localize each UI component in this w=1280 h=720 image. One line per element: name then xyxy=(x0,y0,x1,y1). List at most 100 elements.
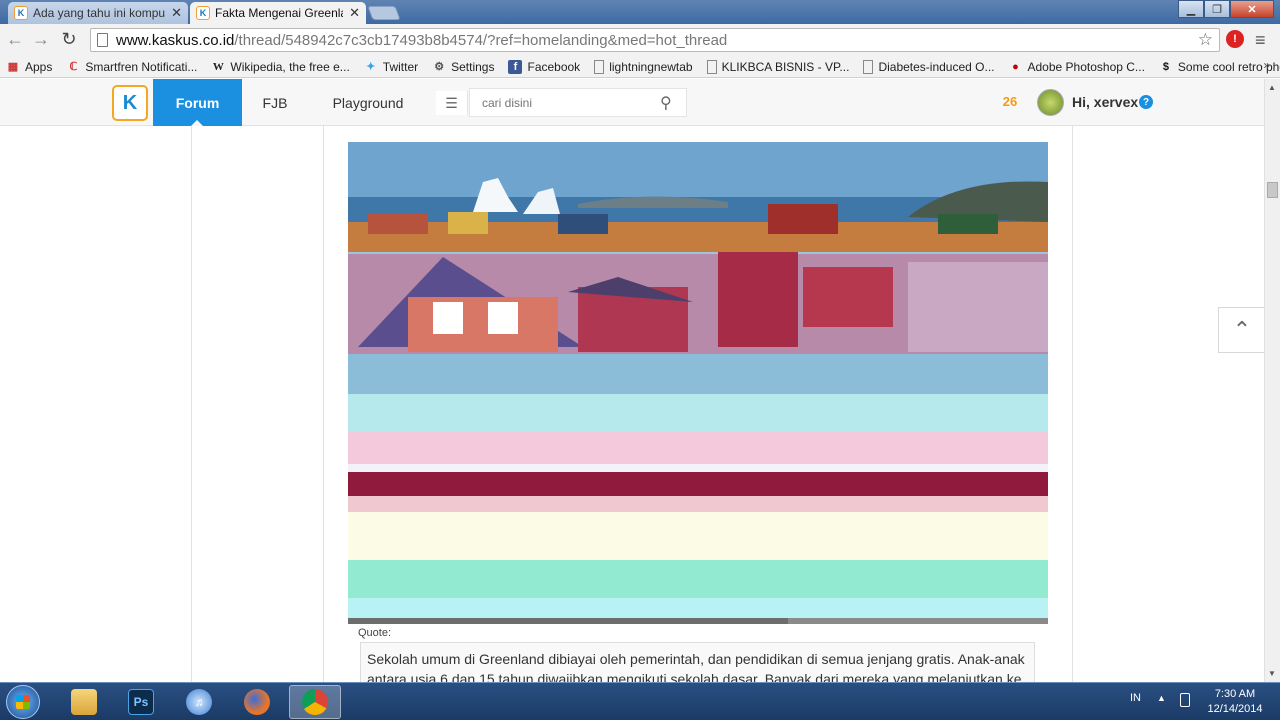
taskbar-chrome[interactable] xyxy=(289,685,341,719)
wikipedia-icon: W xyxy=(212,60,224,73)
bookmark-lightningnewtab[interactable]: lightningnewtab xyxy=(594,59,693,74)
bookmark-label: Facebook xyxy=(527,59,581,74)
browser-toolbar: ← → ↻ www.kaskus.co.id/thread/548942c7c3… xyxy=(0,24,1280,56)
tray-expand-icon[interactable]: ▲ xyxy=(1157,693,1166,703)
bookmark-klikbca[interactable]: KLIKBCA BISNIS - VP... xyxy=(706,59,850,74)
nav-playground[interactable]: Playground xyxy=(322,79,414,126)
scroll-up-icon[interactable]: ▲ xyxy=(1268,83,1276,92)
page-icon xyxy=(594,59,605,74)
taskbar-explorer[interactable] xyxy=(58,685,110,719)
page-icon xyxy=(706,59,717,74)
taskbar-firefox[interactable] xyxy=(231,685,283,719)
firefox-icon xyxy=(244,689,270,715)
kaskus-header: K Forum FJB Playground ☰ ⚲ 26 Hi, xervex… xyxy=(0,79,1264,126)
forward-arrow-icon[interactable]: → xyxy=(30,28,52,50)
bookmark-label: Apps xyxy=(25,59,53,74)
taskbar-itunes[interactable]: ♫ xyxy=(173,685,225,719)
minimize-icon[interactable]: ▁ xyxy=(1178,0,1204,18)
facebook-icon: f xyxy=(508,59,523,74)
bookmark-label: KLIKBCA BISNIS - VP... xyxy=(721,59,850,74)
page-scrollbar[interactable]: ▲ ▼ xyxy=(1264,79,1280,682)
apps-grid-icon: ▦ xyxy=(7,61,19,73)
kaskus-favicon-icon: K xyxy=(196,6,210,20)
adobe-icon: ● xyxy=(1012,60,1019,73)
page-icon xyxy=(863,59,874,74)
windows-taskbar: Ps ♫ xyxy=(0,682,1280,720)
gear-icon: ⚙ xyxy=(434,61,445,73)
language-indicator[interactable]: IN xyxy=(1130,692,1141,704)
avatar[interactable] xyxy=(1037,89,1064,116)
page-icon xyxy=(97,33,108,47)
clock-time: 7:30 AM xyxy=(1214,688,1256,700)
bookmark-facebook[interactable]: f Facebook xyxy=(508,59,581,74)
bookmark-settings[interactable]: ⚙ Settings xyxy=(432,60,494,74)
retro-icon: $ xyxy=(1162,60,1169,73)
search-icon[interactable]: ⚲ xyxy=(660,93,672,113)
bookmark-wikipedia[interactable]: W Wikipedia, the free e... xyxy=(211,59,350,74)
bookmarks-bar: ▦ Apps ℂ Smartfren Notificati... W Wikipedi… xyxy=(0,56,1280,78)
page-viewport: K Forum FJB Playground ☰ ⚲ 26 Hi, xervex… xyxy=(0,79,1264,682)
bookmark-star-icon[interactable]: ☆ xyxy=(1198,30,1213,50)
bookmarks-overflow-button[interactable]: » xyxy=(1263,58,1270,72)
menu-hamburger-icon[interactable]: ≡ xyxy=(1255,30,1266,51)
close-tab-icon[interactable]: ✕ xyxy=(171,5,182,21)
back-arrow-icon[interactable]: ← xyxy=(4,28,26,50)
bookmark-label: Twitter xyxy=(382,59,419,74)
kaskus-logo[interactable]: K xyxy=(112,85,148,121)
scroll-to-top-button[interactable]: ⌃ xyxy=(1218,307,1264,353)
quote-text: Sekolah umum di Greenland dibiayai oleh … xyxy=(360,642,1035,682)
taskbar-photoshop[interactable]: Ps xyxy=(115,685,167,719)
bookmark-label: Wikipedia, the free e... xyxy=(230,59,350,74)
browser-tab-1[interactable]: K Ada yang tahu ini komput ✕ xyxy=(8,2,188,24)
bookmark-label: Settings xyxy=(451,59,495,74)
twitter-icon: ✦ xyxy=(366,61,376,73)
bookmark-label: Adobe Photoshop C... xyxy=(1027,59,1145,74)
start-button[interactable] xyxy=(6,685,40,719)
kaskus-favicon-icon: K xyxy=(14,6,28,20)
user-greeting[interactable]: Hi, xervex xyxy=(1072,94,1138,110)
clock-date: 12/14/2014 xyxy=(1207,703,1263,715)
browser-tab-2[interactable]: K Fakta Mengenai Greenland ✕ xyxy=(190,2,366,24)
bookmark-smartfren[interactable]: ℂ Smartfren Notificati... xyxy=(66,59,198,74)
extension-icon[interactable]: ! xyxy=(1226,30,1244,48)
bookmark-apps[interactable]: ▦ Apps xyxy=(6,59,53,74)
system-clock[interactable]: 7:30 AM 12/14/2014 xyxy=(1200,687,1270,717)
new-tab-button[interactable] xyxy=(367,6,401,20)
window-controls: ▁ ❐ ✕ xyxy=(1178,0,1274,18)
tab-title: Fakta Mengenai Greenland xyxy=(215,6,343,20)
close-window-icon[interactable]: ✕ xyxy=(1230,0,1274,18)
window-titlebar: K Ada yang tahu ini komput ✕ K Fakta Men… xyxy=(0,0,1280,24)
photoshop-icon: Ps xyxy=(128,689,154,715)
bookmark-label: Diabetes-induced O... xyxy=(878,59,995,74)
bookmark-label: Smartfren Notificati... xyxy=(85,59,198,74)
smartfren-icon: ℂ xyxy=(69,61,78,73)
bookmark-twitter[interactable]: ✦ Twitter xyxy=(364,60,418,74)
itunes-icon: ♫ xyxy=(186,689,212,715)
greenland-photo xyxy=(348,142,1048,624)
nav-fjb[interactable]: FJB xyxy=(252,79,298,126)
bookmark-label: lightningnewtab xyxy=(609,59,693,74)
right-column-divider xyxy=(1072,126,1073,682)
help-icon[interactable]: ? xyxy=(1139,95,1153,109)
battery-icon[interactable] xyxy=(1180,693,1190,707)
bookmark-retro[interactable]: $Some cool retro pho... xyxy=(1159,60,1280,74)
quote-label: Quote: xyxy=(358,627,392,639)
close-tab-icon[interactable]: ✕ xyxy=(349,5,360,21)
folder-icon xyxy=(71,689,97,715)
search-input[interactable] xyxy=(469,88,687,117)
bookmark-diabetes[interactable]: Diabetes-induced O... xyxy=(863,59,995,74)
nav-forum[interactable]: Forum xyxy=(153,79,242,126)
tab-title: Ada yang tahu ini komput xyxy=(33,6,166,20)
url-host: www.kaskus.co.id xyxy=(116,31,235,49)
scroll-down-icon[interactable]: ▼ xyxy=(1268,669,1276,678)
url-path: /thread/548942c7c3cb17493b8b4574/?ref=ho… xyxy=(234,31,728,49)
left-column xyxy=(191,126,324,682)
bookmark-adobe[interactable]: ● Adobe Photoshop C... xyxy=(1009,60,1145,74)
post-image xyxy=(348,142,1048,624)
maximize-icon[interactable]: ❐ xyxy=(1204,0,1230,18)
reload-icon[interactable]: ↻ xyxy=(58,28,80,50)
notification-count[interactable]: 26 xyxy=(998,94,1022,112)
address-bar[interactable]: www.kaskus.co.id/thread/548942c7c3cb1749… xyxy=(90,28,1220,52)
category-list-icon[interactable]: ☰ xyxy=(436,91,468,115)
scrollbar-thumb[interactable] xyxy=(1267,182,1278,198)
